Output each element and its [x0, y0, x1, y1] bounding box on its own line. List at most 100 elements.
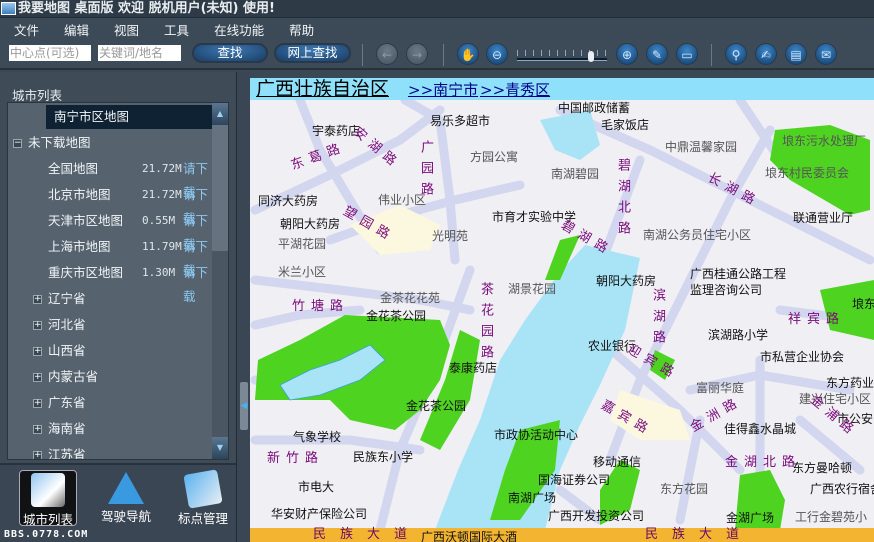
tree-group[interactable]: − 未下载地图 [8, 131, 213, 155]
zoom-slider-thumb[interactable] [588, 51, 595, 62]
download-item[interactable]: 上海市地图 11.79M 请下载 [8, 235, 213, 278]
map-place-label[interactable]: 平湖花园 [278, 237, 326, 251]
mail-icon[interactable]: ✉ [815, 43, 837, 65]
zoom-slider[interactable] [517, 48, 607, 62]
left-panel: 城市列表 南宁市区地图 − 未下载地图 全国地图 21.72M 请下载 北京市地图 21… [0, 72, 236, 542]
map-place-label[interactable]: 光明苑 [432, 229, 468, 243]
map-place-label[interactable]: 佳得鑫水晶城 [724, 422, 796, 436]
map-place-label[interactable]: 市政协活动中心 [494, 428, 578, 442]
map-place-label[interactable]: 朝阳大药房 [596, 274, 656, 288]
keyword-input[interactable]: 关键词/地名 [98, 45, 181, 61]
map-place-label[interactable]: 毛家饭店 [601, 118, 649, 132]
province-item[interactable]: + 河北省 [8, 313, 213, 337]
map-place-label[interactable]: 南湖碧园 [551, 167, 599, 181]
tree-item-selected[interactable]: 南宁市区地图 [46, 105, 213, 129]
map-place-label[interactable]: 湖景花园 [508, 282, 556, 296]
map-place-label[interactable]: 移动通信 [593, 455, 641, 469]
map-place-label[interactable]: 工行金碧苑小 [795, 510, 867, 524]
zoom-out-icon[interactable]: ⊖ [486, 43, 508, 65]
map-place-label[interactable]: 埌东 [852, 297, 874, 311]
map-place-label[interactable]: 金花茶公园 [406, 399, 466, 413]
scroll-thumb[interactable] [212, 125, 228, 251]
search-button[interactable]: 查找 [192, 43, 268, 63]
map-place-label[interactable]: 气象学校 [293, 430, 341, 444]
map-place-label[interactable]: 金茶花花苑 [380, 291, 440, 305]
back-icon[interactable]: ← [376, 43, 398, 65]
nav-markers[interactable]: 标点管理 [174, 469, 232, 526]
collapse-icon[interactable]: − [13, 139, 22, 148]
forward-icon[interactable]: → [406, 43, 428, 65]
download-item[interactable]: 天津市区地图 0.55M 请下载 [8, 209, 213, 252]
map-place-label[interactable]: 朝阳大药房 [280, 217, 340, 231]
nav-city-list[interactable]: 城市列表 [19, 470, 77, 527]
map-place-label[interactable]: 华安财产保险公司 [271, 507, 367, 521]
expand-icon[interactable]: + [33, 399, 42, 408]
map-place-label[interactable]: 民族东小学 [353, 450, 413, 464]
map-place-label[interactable]: 联通营业厅 [793, 211, 853, 225]
map-place-label[interactable]: 金花茶公园 [366, 309, 426, 323]
map-place-label[interactable]: 广西沃顿国际大酒 [421, 530, 517, 542]
zoom-in-icon[interactable]: ⊕ [616, 43, 638, 65]
map-place-label[interactable]: 东方药业 [826, 376, 874, 390]
download-item[interactable]: 全国地图 21.72M 请下载 [8, 157, 213, 200]
breadcrumb-city[interactable]: >>南宁市 [408, 81, 478, 99]
pin-icon[interactable]: ⚲ [725, 43, 747, 65]
menu-edit[interactable]: 编辑 [64, 20, 89, 39]
map-place-label[interactable]: 东方花园 [660, 482, 708, 496]
map-place-label[interactable]: 南湖广场 [508, 491, 556, 505]
download-item[interactable]: 北京市地图 21.72M 请下载 [8, 183, 213, 226]
map-place-label[interactable]: 方园公寓 [470, 150, 518, 164]
center-point-input[interactable]: 中心点(可选) [9, 45, 91, 61]
nav-driving[interactable]: 驾驶导航 [97, 470, 155, 526]
online-search-button[interactable]: 网上查找 [274, 43, 351, 63]
province-item[interactable]: + 内蒙古省 [8, 365, 213, 389]
map-place-label[interactable]: 中鼎温馨家园 [665, 140, 737, 154]
expand-icon[interactable]: + [33, 347, 42, 356]
expand-icon[interactable]: + [33, 295, 42, 304]
map-place-label[interactable]: 市电大 [298, 480, 334, 494]
map-place-label[interactable]: 监理咨询公司 [690, 283, 762, 297]
open-folder-icon[interactable]: ▭ [676, 43, 698, 65]
map-place-label[interactable]: 南湖公务员住宅小区 [643, 228, 751, 242]
map-place-label[interactable]: 中国邮政储蓄 [558, 101, 630, 115]
map-place-label[interactable]: 滨湖路小学 [708, 328, 768, 342]
map-place-label[interactable]: 广西农行宿舍 [810, 482, 874, 496]
collapse-panel-icon[interactable]: ◀ [240, 382, 248, 430]
map-place-label[interactable]: 广西开发投资公司 [548, 509, 644, 523]
menu-help[interactable]: 帮助 [289, 20, 314, 39]
map-place-label[interactable]: 易乐多超市 [430, 114, 490, 128]
map-place-label[interactable]: 埌东村民委员会 [765, 166, 849, 180]
tree-scrollbar[interactable]: ▲ ▼ [212, 103, 228, 459]
province-item[interactable]: + 广东省 [8, 391, 213, 415]
province-item[interactable]: + 辽宁省 [8, 287, 213, 311]
breadcrumb-district[interactable]: >>青秀区 [480, 81, 550, 99]
province-item[interactable]: + 江苏省 [8, 443, 213, 459]
print-icon[interactable]: ▤ [785, 43, 807, 65]
menu-file[interactable]: 文件 [14, 20, 39, 39]
expand-icon[interactable]: + [33, 451, 42, 459]
map-place-label[interactable]: 市私营企业协会 [760, 350, 844, 364]
pan-hand-icon[interactable]: ✋ [457, 43, 479, 65]
menu-online[interactable]: 在线功能 [214, 20, 264, 39]
map-place-label[interactable]: 米兰小区 [278, 265, 326, 279]
map-place-label[interactable]: 金湖广场 [726, 511, 774, 525]
scroll-up-icon[interactable]: ▲ [212, 103, 228, 125]
map-place-label[interactable]: 同济大药房 [258, 194, 318, 208]
expand-icon[interactable]: + [33, 373, 42, 382]
map-place-label[interactable]: 国海证券公司 [538, 473, 610, 487]
map-place-label[interactable]: 埌东污水处理厂 [782, 134, 866, 148]
province-item[interactable]: + 山西省 [8, 339, 213, 363]
measure-ruler-icon[interactable]: ✎ [646, 43, 668, 65]
scroll-down-icon[interactable]: ▼ [212, 437, 228, 459]
map-place-label[interactable]: 广西桂通公路工程 [690, 267, 786, 281]
edit-note-icon[interactable]: ✍ [755, 43, 777, 65]
map-view[interactable]: 广西壮族自治区 >>南宁市 >>青秀区 宇泰药店 易乐多超市 方园公寓 同济大药… [250, 78, 874, 542]
menu-view[interactable]: 视图 [114, 20, 139, 39]
download-item[interactable]: 重庆市区地图 1.30M 请下载 [8, 261, 213, 304]
menu-tools[interactable]: 工具 [164, 20, 189, 39]
breadcrumb-province[interactable]: 广西壮族自治区 [256, 78, 389, 100]
expand-icon[interactable]: + [33, 425, 42, 434]
province-item[interactable]: + 海南省 [8, 417, 213, 441]
expand-icon[interactable]: + [33, 321, 42, 330]
panel-splitter[interactable]: ◀ [236, 72, 250, 542]
